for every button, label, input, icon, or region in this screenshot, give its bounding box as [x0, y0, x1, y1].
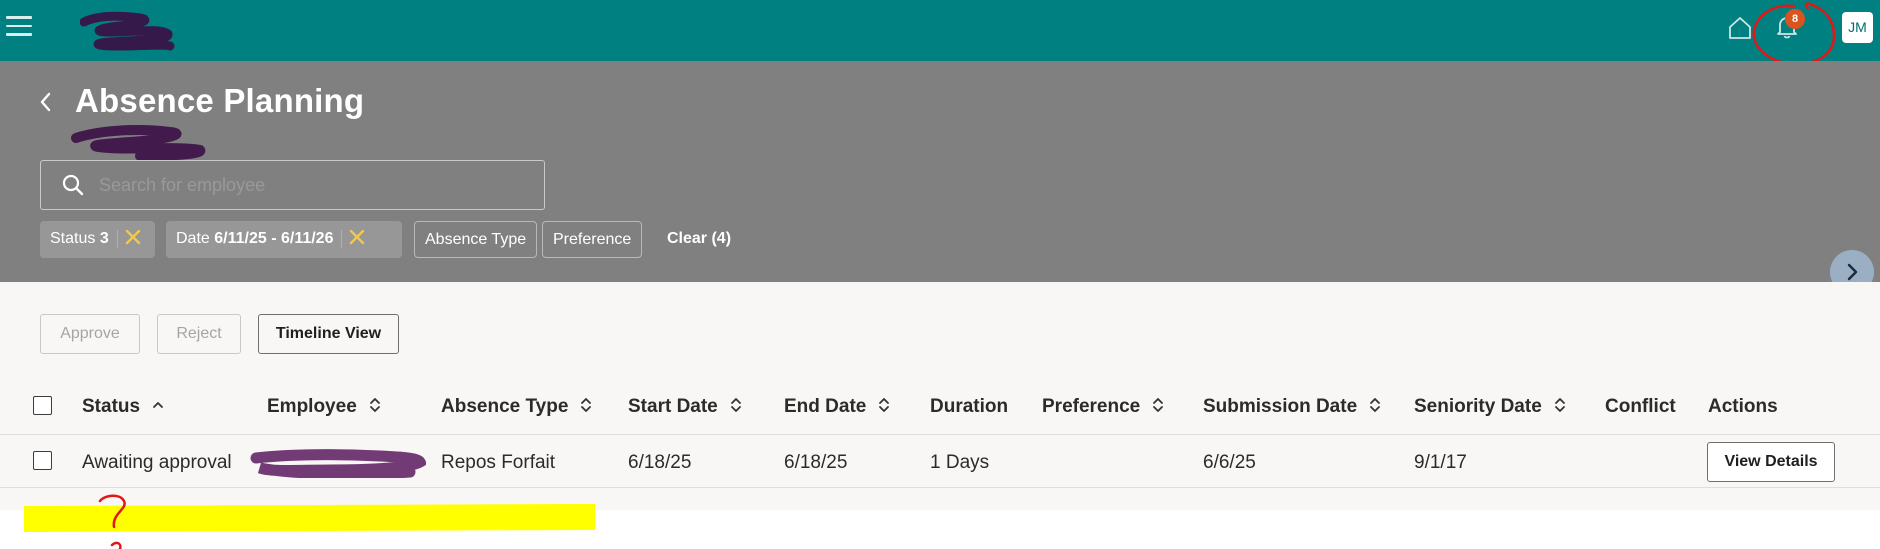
home-icon[interactable]: [1726, 14, 1754, 42]
column-header-end-date[interactable]: End Date: [784, 396, 890, 418]
sort-icon: [1153, 398, 1164, 413]
status-filter-chip[interactable]: Status 3: [40, 221, 155, 258]
table-row[interactable]: Awaiting approval Repos Forfait 6/18/25 …: [0, 436, 1880, 488]
sort-icon: [1554, 398, 1565, 413]
cell-duration: 1 Days: [930, 452, 990, 473]
column-label: Actions: [1708, 396, 1778, 417]
column-label: Absence Type: [441, 396, 569, 417]
column-header-absence-type[interactable]: Absence Type: [441, 396, 592, 418]
page-title: Absence Planning: [75, 82, 365, 119]
column-label: Employee: [267, 396, 357, 417]
table-header: Status Employee Absence Type Start Date …: [0, 377, 1880, 435]
cell-start-date: 6/18/25: [628, 452, 692, 473]
column-header-employee[interactable]: Employee: [267, 396, 381, 418]
search-icon: [62, 174, 84, 196]
clear-filters-link[interactable]: Clear (4): [667, 230, 731, 248]
column-label: Seniority Date: [1414, 396, 1542, 417]
absence-type-filter-chip[interactable]: Absence Type: [414, 221, 538, 258]
column-header-duration: Duration: [930, 396, 1008, 418]
sort-icon: [369, 398, 380, 413]
column-header-actions: Actions: [1708, 396, 1778, 418]
cell-absence-type: Repos Forfait: [441, 452, 556, 473]
status-filter-value: 3: [99, 230, 109, 247]
search-field[interactable]: [40, 160, 545, 210]
column-label: Duration: [930, 396, 1009, 417]
column-header-start-date[interactable]: Start Date: [628, 396, 742, 418]
approve-button[interactable]: Approve: [40, 314, 140, 354]
column-label: Status: [82, 396, 141, 417]
column-header-preference[interactable]: Preference: [1042, 396, 1164, 418]
view-details-button[interactable]: View Details: [1707, 442, 1835, 482]
cell-submission-date: 6/6/25: [1203, 452, 1256, 473]
column-label: End Date: [784, 396, 867, 417]
redacted-employee-name: [250, 449, 426, 478]
sort-ascending-icon: [153, 402, 163, 409]
row-checkbox[interactable]: [33, 451, 52, 470]
preference-filter-chip[interactable]: Preference: [542, 221, 643, 258]
notification-badge: 8: [1785, 9, 1805, 29]
redacted-logo: [80, 11, 175, 51]
column-label: Start Date: [628, 396, 718, 417]
annotation-highlight: [24, 504, 595, 532]
sort-icon: [730, 398, 741, 413]
close-icon[interactable]: [348, 228, 366, 246]
column-label: Preference: [1042, 396, 1141, 417]
cell-end-date: 6/18/25: [784, 452, 848, 473]
search-input[interactable]: [99, 171, 529, 199]
status-filter-label: Status: [50, 230, 96, 247]
sort-icon: [581, 398, 592, 413]
date-filter-value: 6/11/25 - 6/11/26: [214, 230, 334, 247]
main-content: Approve Reject Timeline View Status Empl…: [0, 282, 1880, 510]
close-icon[interactable]: [124, 228, 142, 246]
page-header: Absence Planning Status 3 Date 6/11/25 -…: [0, 61, 1880, 282]
cell-status: Awaiting approval: [82, 452, 232, 473]
cell-seniority-date: 9/1/17: [1414, 452, 1467, 473]
reject-button[interactable]: Reject: [157, 314, 241, 354]
redacted-subtitle: [71, 125, 206, 161]
chevron-left-icon[interactable]: [36, 90, 56, 114]
hamburger-icon[interactable]: [6, 16, 32, 38]
select-all-checkbox[interactable]: [33, 396, 52, 415]
sort-icon: [879, 398, 890, 413]
column-header-status[interactable]: Status: [82, 396, 164, 418]
column-header-submission-date[interactable]: Submission Date: [1203, 396, 1381, 418]
date-filter-label: Date: [176, 230, 210, 247]
column-label: Submission Date: [1203, 396, 1358, 417]
column-header-seniority-date[interactable]: Seniority Date: [1414, 396, 1566, 418]
date-filter-chip[interactable]: Date 6/11/25 - 6/11/26: [166, 221, 402, 258]
column-label: Conflict: [1605, 396, 1676, 417]
column-header-conflict: Conflict: [1605, 396, 1676, 418]
timeline-view-button[interactable]: Timeline View: [258, 314, 399, 354]
sort-icon: [1370, 398, 1381, 413]
top-app-bar: 8 JM: [0, 0, 1880, 66]
avatar[interactable]: JM: [1842, 12, 1873, 43]
